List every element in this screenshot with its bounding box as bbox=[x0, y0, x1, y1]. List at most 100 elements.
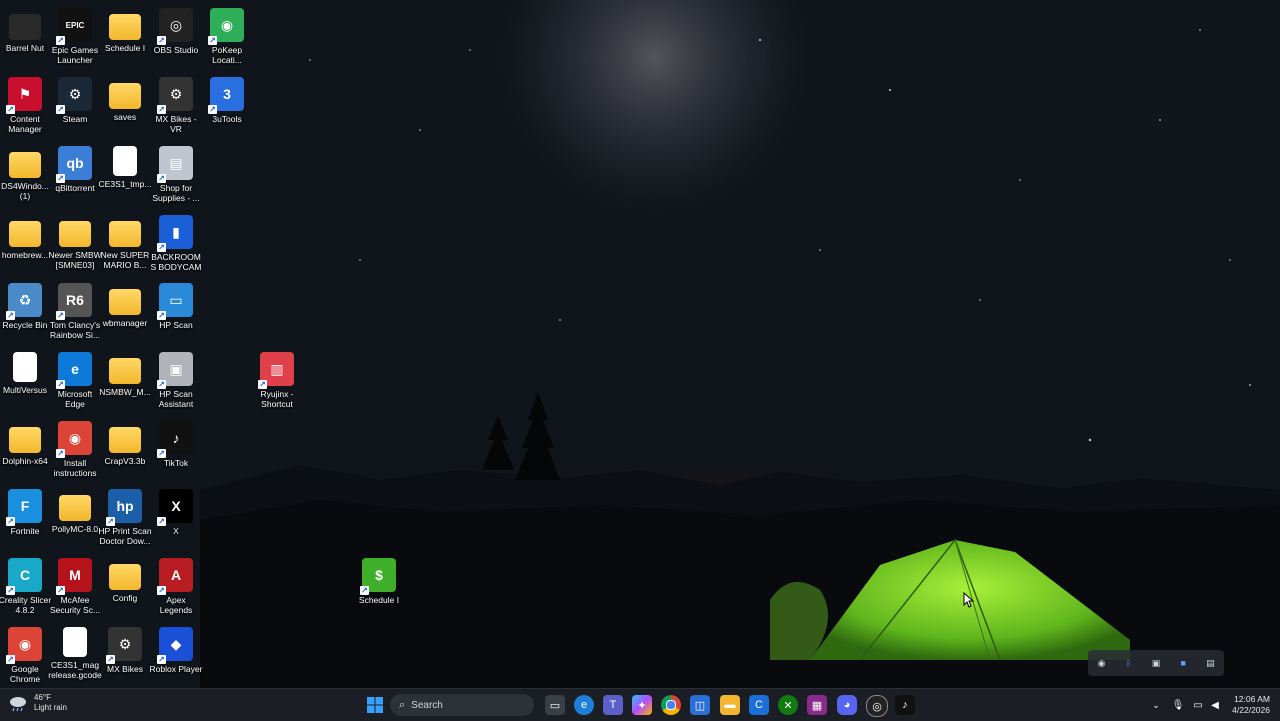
desktop-icon-label: Microsoft Edge bbox=[57, 389, 93, 409]
desktop-icon-creality-slicer[interactable]: CCreality Slicer 4.8.2 bbox=[0, 558, 51, 615]
desktop-icon-pollymc[interactable]: PollyMC-8.0 bbox=[50, 489, 100, 534]
config-icon bbox=[109, 564, 141, 590]
windows-icon bbox=[367, 697, 383, 713]
roblox-player-icon: ◆ bbox=[157, 627, 193, 664]
weather-widget[interactable]: 46°F Light rain bbox=[8, 693, 67, 713]
xbox-icon[interactable]: ✕ bbox=[778, 695, 798, 715]
taskbar-clock[interactable]: 12:06 AM 4/22/2026 bbox=[1232, 694, 1270, 716]
desktop-icon-label: Content Manager bbox=[8, 114, 42, 134]
desktop-icon-hp-scan-assistant[interactable]: ▣HP Scan Assistant bbox=[151, 352, 201, 409]
desktop-icon-x[interactable]: XX bbox=[151, 489, 201, 536]
search-icon: ⌕ bbox=[399, 698, 406, 711]
taskmgr-tray-icon[interactable]: ▤ bbox=[1204, 657, 1216, 669]
desktop-icon-hp-print-scan-doctor[interactable]: hpHP Print Scan Doctor Dow... bbox=[98, 489, 152, 546]
copilot-icon[interactable]: ✦ bbox=[632, 695, 652, 715]
ryujinx-icon: ▥ bbox=[258, 352, 294, 389]
desktop-icon-rainbow-six[interactable]: R6Tom Clancy's Rainbow Si... bbox=[50, 283, 100, 340]
desktop-icon-content-manager[interactable]: ⚑Content Manager bbox=[0, 77, 50, 134]
desktop-icon-barrel-nut[interactable]: Barrel Nut bbox=[0, 8, 50, 53]
desktop-icon-new-super-mario[interactable]: New SUPER MARIO B... bbox=[100, 215, 150, 270]
ccleaner-icon[interactable]: C bbox=[749, 695, 769, 715]
desktop-icon-apex-legends[interactable]: AApex Legends bbox=[151, 558, 201, 615]
volume-icon[interactable]: ◀ bbox=[1205, 695, 1225, 715]
homebrew-icon bbox=[9, 221, 41, 247]
obs-icon[interactable]: ◎ bbox=[866, 695, 888, 717]
start-button[interactable] bbox=[365, 695, 385, 715]
desktop-icon-label: MultiVersus bbox=[3, 385, 47, 395]
desktop-icon-mx-bikes[interactable]: ⚙MX Bikes bbox=[100, 627, 150, 674]
desktop-icon-backrooms-bodycam[interactable]: ▮BACKROOMS BODYCAM bbox=[150, 215, 202, 272]
obs-tray-icon[interactable]: ◉ bbox=[1096, 657, 1108, 669]
desktop-icon-label: Tom Clancy's Rainbow Si... bbox=[49, 320, 101, 340]
apex-legends-icon: A bbox=[157, 558, 193, 595]
desktop-icon-label: Newer SMBW [SMNE03] bbox=[48, 250, 102, 270]
desktop-icon-install-instructions[interactable]: ◉Install instructions bbox=[50, 421, 100, 478]
desktop-icon-ce3s1-mag-gcode[interactable]: CE3S1_mag release.gcode bbox=[48, 627, 102, 680]
desktop-icon-label: HP Print Scan Doctor Dow... bbox=[98, 526, 152, 546]
desktop-icon-obs-studio[interactable]: ◎OBS Studio bbox=[151, 8, 201, 55]
desktop-icon-fortnite[interactable]: FFortnite bbox=[0, 489, 50, 536]
desktop-icon-pokeep[interactable]: ◉PoKeep Locati... bbox=[202, 8, 252, 65]
desktop-icon-nsmbw-m[interactable]: NSMBW_M... bbox=[99, 352, 151, 397]
hp-scan-icon: ▭ bbox=[157, 283, 193, 320]
desktop-icon-mcafee[interactable]: MMcAfee Security Sc... bbox=[50, 558, 100, 615]
desktop-icon-roblox-player[interactable]: ◆Roblox Player bbox=[149, 627, 203, 674]
desktop-icon-tiktok[interactable]: ♪TikTok bbox=[151, 421, 201, 468]
desktop-icon-qbittorrent[interactable]: qbqBittorrent bbox=[50, 146, 100, 193]
desktop-icon-label: Roblox Player bbox=[149, 664, 203, 674]
desktop-icon-crapv3[interactable]: CrapV3.3b bbox=[100, 421, 150, 466]
desktop-icon-ryujinx[interactable]: ▥Ryujinx - Shortcut bbox=[252, 352, 302, 409]
nsmbw-m-icon bbox=[109, 358, 141, 384]
desktop-icon-schedule-i[interactable]: Schedule I bbox=[100, 8, 150, 53]
store-icon[interactable]: ◫ bbox=[690, 695, 710, 715]
desktop-icon-ds4windows[interactable]: DS4Windo... (1) bbox=[0, 146, 50, 201]
desktop-icon-hp-scan[interactable]: ▭HP Scan bbox=[151, 283, 201, 330]
x-icon: X bbox=[157, 489, 193, 526]
chrome-icon[interactable] bbox=[661, 695, 681, 715]
winrar-icon[interactable]: ▦ bbox=[807, 695, 827, 715]
bluetooth-icon[interactable]: ᛒ bbox=[1123, 657, 1135, 669]
desktop-icon-dolphin[interactable]: Dolphin-x64 bbox=[0, 421, 50, 466]
desktop-icon-wbmanager[interactable]: wbmanager bbox=[100, 283, 150, 328]
desktop-icon-microsoft-edge[interactable]: eMicrosoft Edge bbox=[50, 352, 100, 409]
desktop-icon-config[interactable]: Config bbox=[100, 558, 150, 603]
desktop-icon-saves[interactable]: saves bbox=[100, 77, 150, 122]
desktop-icon-multiversus[interactable]: MultiVersus bbox=[0, 352, 50, 395]
desktop-icon-ce3s1-tmp[interactable]: CE3S1_tmp... bbox=[99, 146, 151, 189]
discord-tray-icon[interactable]: ▣ bbox=[1150, 657, 1162, 669]
taskbar: 46°F Light rain ⌕ Search ▭ e T ✦ ◫ ▬ C ✕… bbox=[0, 688, 1280, 721]
obs-studio-icon: ◎ bbox=[157, 8, 193, 45]
desktop-icon-schedule-i-2[interactable]: $Schedule I bbox=[354, 558, 404, 605]
chevron-up-icon[interactable]: ⌄ bbox=[1146, 695, 1166, 715]
discord-icon[interactable]: ◕ bbox=[837, 695, 857, 715]
edge-icon[interactable]: e bbox=[574, 695, 594, 715]
desktop-icon-shop-for-supplies[interactable]: ▤Shop for Supplies - ... bbox=[151, 146, 201, 203]
desktop-icon-google-chrome[interactable]: ◉Google Chrome bbox=[0, 627, 50, 684]
desktop-icon-label: Apex Legends bbox=[159, 595, 193, 615]
desktop-icon-3utools[interactable]: 33uTools bbox=[202, 77, 252, 124]
desktop-icon-newer-smbw[interactable]: Newer SMBW [SMNE03] bbox=[48, 215, 102, 270]
desktop-icon-mx-bikes-vr[interactable]: ⚙MX Bikes - VR bbox=[151, 77, 201, 134]
desktop-icon-homebrew[interactable]: homebrew... bbox=[0, 215, 50, 260]
desktop-icon-epic-games[interactable]: EPICEpic Games Launcher bbox=[50, 8, 100, 65]
desktop-icon-label: Epic Games Launcher bbox=[51, 45, 99, 65]
desktop-icon-steam[interactable]: ⚙Steam bbox=[50, 77, 100, 124]
fortnite-icon: F bbox=[6, 489, 42, 526]
desktop-icon-label: NSMBW_M... bbox=[99, 387, 151, 397]
tiktok-icon[interactable]: ♪ bbox=[895, 695, 915, 715]
desktop-icon-label: Fortnite bbox=[10, 526, 40, 536]
task-view-icon[interactable]: ▭ bbox=[545, 695, 565, 715]
desktop-icon-label: PollyMC-8.0 bbox=[51, 524, 99, 534]
teams-icon[interactable]: T bbox=[603, 695, 623, 715]
file-explorer-icon[interactable]: ▬ bbox=[720, 695, 740, 715]
taskbar-search[interactable]: ⌕ Search bbox=[390, 694, 534, 716]
desktop-icon-label: PoKeep Locati... bbox=[211, 45, 243, 65]
weather-temp: 46°F bbox=[34, 693, 51, 702]
steam-icon: ⚙ bbox=[56, 77, 92, 114]
microphone-icon[interactable]: 🎙 bbox=[1168, 695, 1188, 715]
ds4windows-icon bbox=[9, 152, 41, 178]
desktop-icon-recycle-bin[interactable]: ♻Recycle Bin bbox=[0, 283, 50, 330]
epic-games-icon: EPIC bbox=[56, 8, 92, 45]
app-tray-icon[interactable]: ■ bbox=[1177, 657, 1189, 669]
desktop-icon-label: 3uTools bbox=[212, 114, 242, 124]
